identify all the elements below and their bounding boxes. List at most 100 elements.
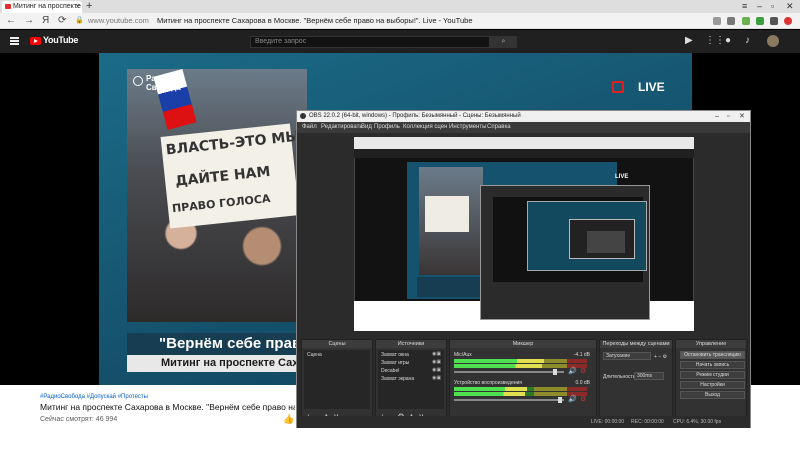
source-item[interactable]: Захват экрана (381, 376, 414, 382)
new-tab-button[interactable]: + (86, 0, 92, 13)
start-recording-button[interactable]: Начать запись (680, 361, 745, 369)
tab-close-icon[interactable]: × (75, 1, 80, 13)
search-input[interactable]: Введите запрос (250, 36, 490, 48)
banner-line-2: ДАЙТЕ НАМ (174, 163, 272, 190)
menu-tools[interactable]: Инструменты (449, 122, 486, 133)
yandex-icon[interactable]: Я (42, 13, 49, 29)
maximize-button[interactable]: ▫ (771, 1, 774, 12)
reload-button[interactable]: ⟳ (58, 13, 66, 29)
back-button[interactable]: ← (6, 13, 16, 29)
obs-minimize-button[interactable]: – (715, 111, 719, 122)
apps-icon[interactable]: ⋮⋮ (705, 35, 725, 47)
menu-help[interactable]: Справка (487, 122, 511, 133)
close-window-button[interactable]: ✕ (786, 1, 794, 12)
messages-icon[interactable]: ● (725, 35, 731, 47)
settings-gear-icon[interactable]: ⚙ (580, 395, 586, 403)
speaker-icon[interactable]: 🔊 (568, 395, 577, 403)
video-caption-subline: Митинг на проспекте Саха (127, 355, 307, 372)
url-page-title: Митинг на проспекте Сахарова в Москве. "… (156, 16, 473, 25)
controls-dock-title: Управление (676, 340, 746, 348)
live-timer: LIVE: 00:00:00 (591, 419, 625, 425)
mixer-channel-name: Mic/Aux (454, 352, 472, 358)
transition-add-remove[interactable]: + − ⚙ (654, 354, 667, 360)
hashtags[interactable]: #РадиоСвобода #Допускай #Протесты (40, 394, 148, 400)
search-button[interactable]: ⌕ (490, 36, 517, 48)
duration-input[interactable]: 300ms (634, 372, 664, 380)
radio-svoboda-logo-icon (133, 76, 143, 86)
visibility-icon[interactable]: ◉▣ (432, 375, 441, 381)
banner-line-3: ПРАВО ГОЛОСА (171, 191, 272, 216)
mixer-channel-db: -4.1 dB (573, 352, 590, 358)
bookmark-icon[interactable] (727, 17, 735, 25)
url-field[interactable]: www.youtube.com Митинг на проспекте Саха… (88, 13, 473, 29)
mixer-channel-db: 0.0 dB (575, 380, 590, 386)
settings-button[interactable]: Настройки (680, 381, 745, 389)
live-label: LIVE (638, 80, 665, 94)
youtube-logo-icon[interactable] (30, 37, 41, 45)
stop-streaming-button[interactable]: Остановить трансляцию (680, 351, 745, 359)
preview-youtube-header (354, 149, 694, 158)
volume-slider[interactable] (454, 371, 564, 373)
cpu-fps: CPU: 6.4%, 30.00 fps (673, 419, 722, 425)
avatar[interactable] (767, 35, 779, 47)
youtube-logo-text[interactable]: YouTube (43, 35, 78, 45)
browser-tab-strip: Митинг на проспекте × + ≡ – ▫ ✕ (0, 0, 800, 13)
menu-profile[interactable]: Профиль (374, 122, 400, 133)
lock-icon: 🔒 (75, 17, 84, 24)
speaker-icon[interactable]: 🔊 (568, 367, 577, 375)
adblock-icon[interactable] (784, 17, 792, 25)
browser-menu-icon[interactable]: ≡ (742, 1, 747, 12)
menu-edit[interactable]: Редактировать (321, 122, 362, 133)
camera-icon[interactable]: ▶ (685, 35, 693, 47)
menu-view[interactable]: Вид (361, 122, 372, 133)
audio-meter-level (454, 392, 525, 396)
live-icon (612, 81, 624, 93)
brand-line-2: Свобода (146, 83, 181, 92)
preview-live-label: LIVE (615, 174, 629, 180)
downloads-icon[interactable] (770, 17, 778, 25)
sources-dock-title: Источники (376, 340, 446, 348)
scenes-dock: Сцены Сцена +−∧∨ (301, 339, 373, 424)
audio-meter-level (454, 364, 542, 368)
scenes-list: Сцена (304, 350, 370, 409)
visibility-icon[interactable]: ◉▣ (432, 351, 441, 357)
obs-close-button[interactable]: ✕ (739, 111, 745, 122)
hamburger-menu-icon[interactable] (10, 37, 19, 45)
studio-mode-button[interactable]: Режим студии (680, 371, 745, 379)
transition-type-select[interactable]: Затухание (603, 352, 651, 360)
volume-slider-knob[interactable] (558, 397, 562, 403)
minimize-button[interactable]: – (757, 1, 762, 12)
scene-item[interactable]: Сцена (307, 352, 322, 358)
source-item[interactable]: Захват окна (381, 352, 409, 358)
browser-tab[interactable]: Митинг на проспекте × (2, 1, 82, 13)
video-title: Митинг на проспекте Сахарова в Москве. "… (40, 402, 295, 412)
obs-title: OBS 22.0.2 (64-bit, windows) - Профиль: … (309, 113, 521, 119)
visibility-icon[interactable]: ◉▣ (432, 359, 441, 365)
transitions-dock: Переходы между сценами Затухание + − ⚙ Д… (599, 339, 673, 424)
obs-window: OBS 22.0.2 (64-bit, windows) - Профиль: … (296, 110, 751, 428)
source-item[interactable]: Decabel (381, 368, 399, 374)
youtube-favicon-icon (5, 4, 11, 9)
source-item[interactable]: Захват игры (381, 360, 409, 366)
sources-dock: Источники Захват окна Захват игры Decabe… (375, 339, 447, 424)
extension-icon[interactable] (713, 17, 721, 25)
settings-gear-icon[interactable]: ⚙ (580, 367, 586, 375)
audio-meter-level (454, 359, 544, 363)
volume-slider-knob[interactable] (553, 369, 557, 375)
extension-chat-icon[interactable] (756, 17, 764, 25)
url-host: www.youtube.com (88, 16, 149, 25)
menu-scene-collection[interactable]: Коллекция сцен (403, 122, 447, 133)
visibility-icon[interactable]: ◉▣ (432, 367, 441, 373)
obs-maximize-button[interactable]: ▫ (727, 111, 729, 122)
radio-svoboda-logo: Радио Свобода (146, 74, 181, 92)
duration-label: Длительность (603, 374, 636, 380)
bell-icon[interactable]: ♪ (745, 35, 750, 47)
extension-green-icon[interactable] (742, 17, 750, 25)
scenes-dock-title: Сцены (302, 340, 372, 348)
youtube-header: YouTube Введите запрос ⌕ ▶ ⋮⋮ ● ♪ (0, 30, 800, 53)
menu-file[interactable]: Файл (302, 122, 317, 133)
forward-button[interactable]: → (24, 13, 34, 29)
like-icon[interactable]: 👍 (283, 414, 294, 425)
volume-slider[interactable] (454, 399, 564, 401)
exit-button[interactable]: Выход (680, 391, 745, 399)
